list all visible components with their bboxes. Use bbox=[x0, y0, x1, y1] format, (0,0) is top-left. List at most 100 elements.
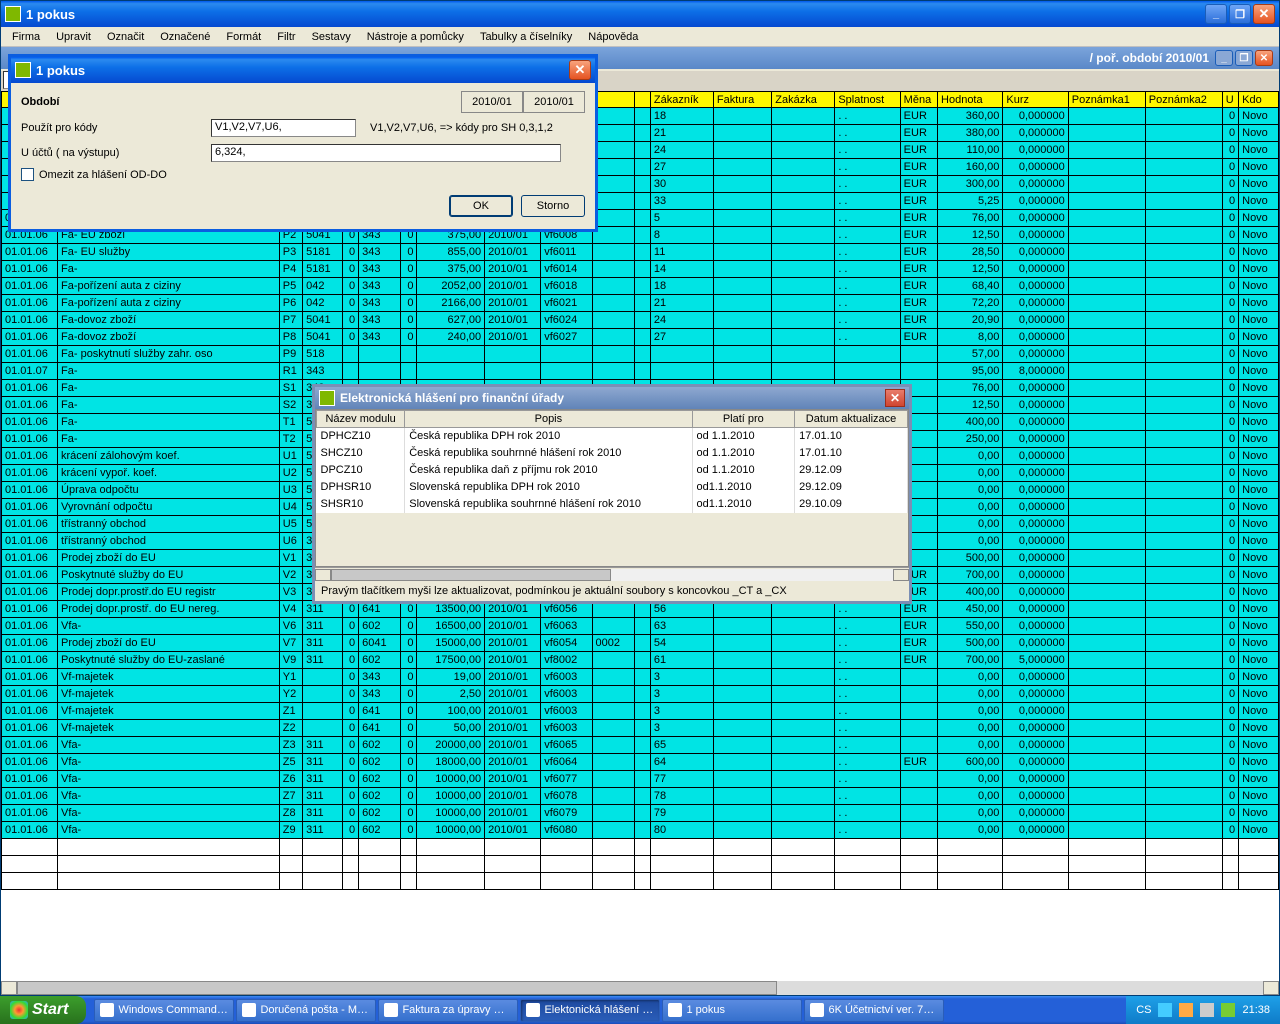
period-dialog-close-button[interactable]: ✕ bbox=[569, 60, 591, 80]
table-row[interactable]: 01.01.06Fa-P4518103430375,002010/01vf601… bbox=[2, 261, 1279, 278]
menu-item[interactable]: Nápověda bbox=[581, 29, 645, 45]
table-row[interactable]: 01.01.06Vfa-Z73110602010000,002010/01vf6… bbox=[2, 788, 1279, 805]
table-row[interactable]: 01.01.06Vfa-Z53110602018000,002010/01vf6… bbox=[2, 754, 1279, 771]
table-cell bbox=[541, 839, 592, 856]
column-header[interactable] bbox=[634, 92, 650, 108]
table-row[interactable]: 01.01.06Vf-majetekZ106410100,002010/01vf… bbox=[2, 703, 1279, 720]
menu-item[interactable]: Formát bbox=[219, 29, 268, 45]
table-cell: 0,000000 bbox=[1003, 567, 1068, 584]
table-row[interactable]: 01.01.06Fa-dovoz zbožíP7504103430627,002… bbox=[2, 312, 1279, 329]
child-close-button[interactable]: ✕ bbox=[1255, 50, 1273, 66]
taskbar-item[interactable]: Doručená pošta - M… bbox=[236, 999, 376, 1022]
table-row[interactable]: 01.01.06Prodej zboží do EUV7311060410150… bbox=[2, 635, 1279, 652]
table-row[interactable]: 01.01.06Vfa-Z33110602020000,002010/01vf6… bbox=[2, 737, 1279, 754]
horizontal-scrollbar[interactable] bbox=[1, 981, 1279, 995]
menu-item[interactable]: Filtr bbox=[270, 29, 302, 45]
taskbar-item[interactable]: Elektonická hlášení … bbox=[520, 999, 660, 1022]
table-row[interactable]: 01.01.06Fa- poskytnutí služby zahr. osoP… bbox=[2, 346, 1279, 363]
table-row[interactable]: 01.01.06Vfa-Z83110602010000,002010/01vf6… bbox=[2, 805, 1279, 822]
scroll-thumb[interactable] bbox=[17, 981, 777, 995]
column-header[interactable]: Kurz bbox=[1003, 92, 1068, 108]
close-button[interactable]: ✕ bbox=[1253, 4, 1275, 24]
column-header[interactable]: Název modulu bbox=[317, 411, 405, 428]
scroll-thumb[interactable] bbox=[331, 569, 611, 581]
accounts-input[interactable]: 6,324, bbox=[211, 144, 561, 162]
column-header[interactable]: Faktura bbox=[713, 92, 771, 108]
column-header[interactable]: Měna bbox=[900, 92, 937, 108]
scroll-left-arrow[interactable] bbox=[1, 981, 17, 995]
table-row[interactable]: 01.01.06Fa-pořízení auta z cizinyP504203… bbox=[2, 278, 1279, 295]
column-header[interactable]: Datum aktualizace bbox=[795, 411, 908, 428]
table-cell: 0 bbox=[1222, 669, 1238, 686]
language-indicator[interactable]: CS bbox=[1136, 1004, 1151, 1016]
start-button[interactable]: Start bbox=[0, 996, 86, 1024]
scroll-right-arrow[interactable] bbox=[893, 569, 909, 581]
column-header[interactable]: Zakázka bbox=[772, 92, 835, 108]
menu-item[interactable]: Označit bbox=[100, 29, 151, 45]
table-row[interactable]: 01.01.06Vfa-V63110602016500,002010/01vf6… bbox=[2, 618, 1279, 635]
list-item[interactable]: SHCZ10Česká republika souhrnné hlášení r… bbox=[317, 445, 908, 462]
table-row[interactable]: 01.01.06Vf-majetekY2034302,502010/01vf60… bbox=[2, 686, 1279, 703]
column-header[interactable]: Platí pro bbox=[692, 411, 795, 428]
table-row[interactable]: 01.01.06Vf-majetekY10343019,002010/01vf6… bbox=[2, 669, 1279, 686]
clock[interactable]: 21:38 bbox=[1242, 1004, 1270, 1016]
table-row[interactable]: 01.01.07Fa-R134395,008,0000000Novo bbox=[2, 363, 1279, 380]
menu-item[interactable]: Nástroje a pomůcky bbox=[360, 29, 471, 45]
table-cell: Fa- bbox=[58, 380, 280, 397]
column-header[interactable]: Poznámka1 bbox=[1068, 92, 1145, 108]
table-row[interactable]: 01.01.06Vf-majetekZ20641050,002010/01vf6… bbox=[2, 720, 1279, 737]
taskbar-item[interactable]: Faktura za úpravy … bbox=[378, 999, 518, 1022]
taskbar-item[interactable]: 6K Účetnictví ver. 7… bbox=[804, 999, 944, 1022]
scroll-right-arrow[interactable] bbox=[1263, 981, 1279, 995]
taskbar-item[interactable]: 1 pokus bbox=[662, 999, 802, 1022]
scroll-track[interactable] bbox=[17, 981, 1263, 995]
period-to-input[interactable]: 2010/01 bbox=[523, 91, 585, 113]
column-header[interactable]: Hodnota bbox=[938, 92, 1003, 108]
menu-item[interactable]: Označené bbox=[153, 29, 217, 45]
table-row bbox=[2, 856, 1279, 873]
list-item[interactable]: DPHSR10Slovenská republika DPH rok 2010o… bbox=[317, 479, 908, 496]
reports-list[interactable]: Název moduluPopisPlatí proDatum aktualiz… bbox=[315, 409, 909, 567]
table-row[interactable]: 01.01.06Fa-dovoz zbožíP8504103430240,002… bbox=[2, 329, 1279, 346]
cancel-button[interactable]: Storno bbox=[521, 195, 585, 217]
list-item[interactable]: SHSR10Slovenská republika souhrnné hláše… bbox=[317, 496, 908, 513]
table-cell: EUR bbox=[900, 329, 937, 346]
codes-input[interactable]: V1,V2,V7,U6, bbox=[211, 119, 356, 137]
table-row[interactable]: 01.01.06Poskytnuté služby do EU-zaslanéV… bbox=[2, 652, 1279, 669]
column-header[interactable]: U bbox=[1222, 92, 1238, 108]
column-header[interactable]: Kdo bbox=[1239, 92, 1279, 108]
column-header[interactable]: Poznámka2 bbox=[1145, 92, 1222, 108]
menu-item[interactable]: Upravit bbox=[49, 29, 98, 45]
scroll-left-arrow[interactable] bbox=[315, 569, 331, 581]
menu-item[interactable]: Firma bbox=[5, 29, 47, 45]
tray-icon[interactable] bbox=[1221, 1003, 1235, 1017]
tray-icon[interactable] bbox=[1158, 1003, 1172, 1017]
maximize-button[interactable]: ❐ bbox=[1229, 4, 1251, 24]
reports-scrollbar[interactable] bbox=[315, 567, 909, 581]
column-header[interactable]: Splatnost bbox=[835, 92, 900, 108]
column-header[interactable]: Zákazník bbox=[650, 92, 713, 108]
table-row[interactable]: 01.01.06Fa-pořízení auta z cizinyP604203… bbox=[2, 295, 1279, 312]
list-item[interactable]: DPHCZ10Česká republika DPH rok 2010od 1.… bbox=[317, 428, 908, 445]
minimize-button[interactable]: _ bbox=[1205, 4, 1227, 24]
taskbar-item[interactable]: Windows Command… bbox=[94, 999, 234, 1022]
tray-icon[interactable] bbox=[1179, 1003, 1193, 1017]
child-maximize-button[interactable]: ❐ bbox=[1235, 50, 1253, 66]
table-row[interactable]: 01.01.06Fa- EU službyP3518103430855,0020… bbox=[2, 244, 1279, 261]
table-row[interactable]: 01.01.06Vfa-Z63110602010000,002010/01vf6… bbox=[2, 771, 1279, 788]
column-header[interactable] bbox=[592, 92, 634, 108]
menu-item[interactable]: Sestavy bbox=[305, 29, 358, 45]
child-minimize-button[interactable]: _ bbox=[1215, 50, 1233, 66]
table-cell: Prodej dopr.prostř.do EU registr bbox=[58, 584, 280, 601]
table-cell: Novo bbox=[1239, 601, 1279, 618]
list-item[interactable]: DPCZ10Česká republika daň z příjmu rok 2… bbox=[317, 462, 908, 479]
table-cell bbox=[713, 278, 771, 295]
table-row[interactable]: 01.01.06Vfa-Z93110602010000,002010/01vf6… bbox=[2, 822, 1279, 839]
menu-item[interactable]: Tabulky a číselníky bbox=[473, 29, 579, 45]
reports-dialog-close-button[interactable]: ✕ bbox=[885, 389, 905, 407]
column-header[interactable]: Popis bbox=[405, 411, 692, 428]
ok-button[interactable]: OK bbox=[449, 195, 513, 217]
limit-checkbox[interactable] bbox=[21, 168, 34, 181]
period-from-input[interactable]: 2010/01 bbox=[461, 91, 523, 113]
tray-icon[interactable] bbox=[1200, 1003, 1214, 1017]
